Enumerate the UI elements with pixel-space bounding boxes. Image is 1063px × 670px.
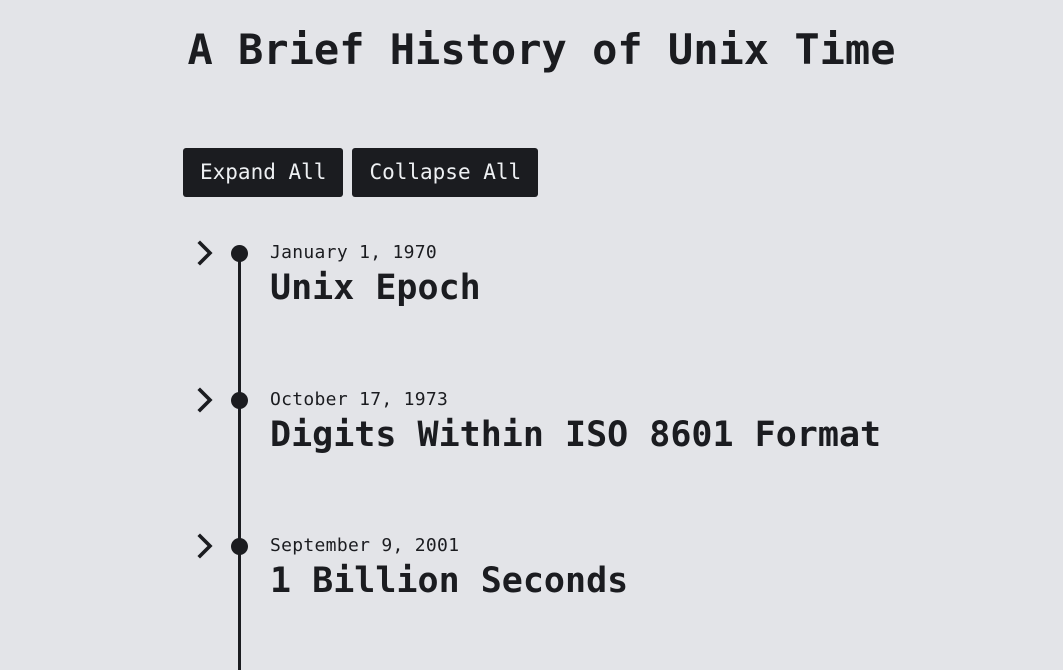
event-title[interactable]: Digits Within ISO 8601 Format <box>270 413 881 457</box>
timeline-event-iso-8601: October 17, 1973 Digits Within ISO 8601 … <box>0 387 1063 487</box>
timeline: January 1, 1970 Unix Epoch October 17, 1… <box>0 0 1063 670</box>
expand-all-button[interactable]: Expand All <box>183 148 344 197</box>
chevron-right-icon[interactable] <box>194 533 216 559</box>
event-date: January 1, 1970 <box>270 242 438 263</box>
timeline-dot <box>231 538 248 555</box>
timeline-event-1-billion-seconds: September 9, 2001 1 Billion Seconds <box>0 533 1063 633</box>
timeline-event-unix-epoch: January 1, 1970 Unix Epoch <box>0 240 1063 340</box>
timeline-dot <box>231 392 248 409</box>
collapse-all-button[interactable]: Collapse All <box>352 148 539 197</box>
event-title[interactable]: 1 Billion Seconds <box>270 559 628 603</box>
event-date: September 9, 2001 <box>270 535 460 556</box>
page-title: A Brief History of Unix Time <box>187 25 896 74</box>
toolbar: Expand All Collapse All <box>183 148 539 197</box>
chevron-right-icon[interactable] <box>194 387 216 413</box>
chevron-right-icon[interactable] <box>194 240 216 266</box>
event-date: October 17, 1973 <box>270 389 449 410</box>
event-title[interactable]: Unix Epoch <box>270 266 481 310</box>
timeline-dot <box>231 245 248 262</box>
